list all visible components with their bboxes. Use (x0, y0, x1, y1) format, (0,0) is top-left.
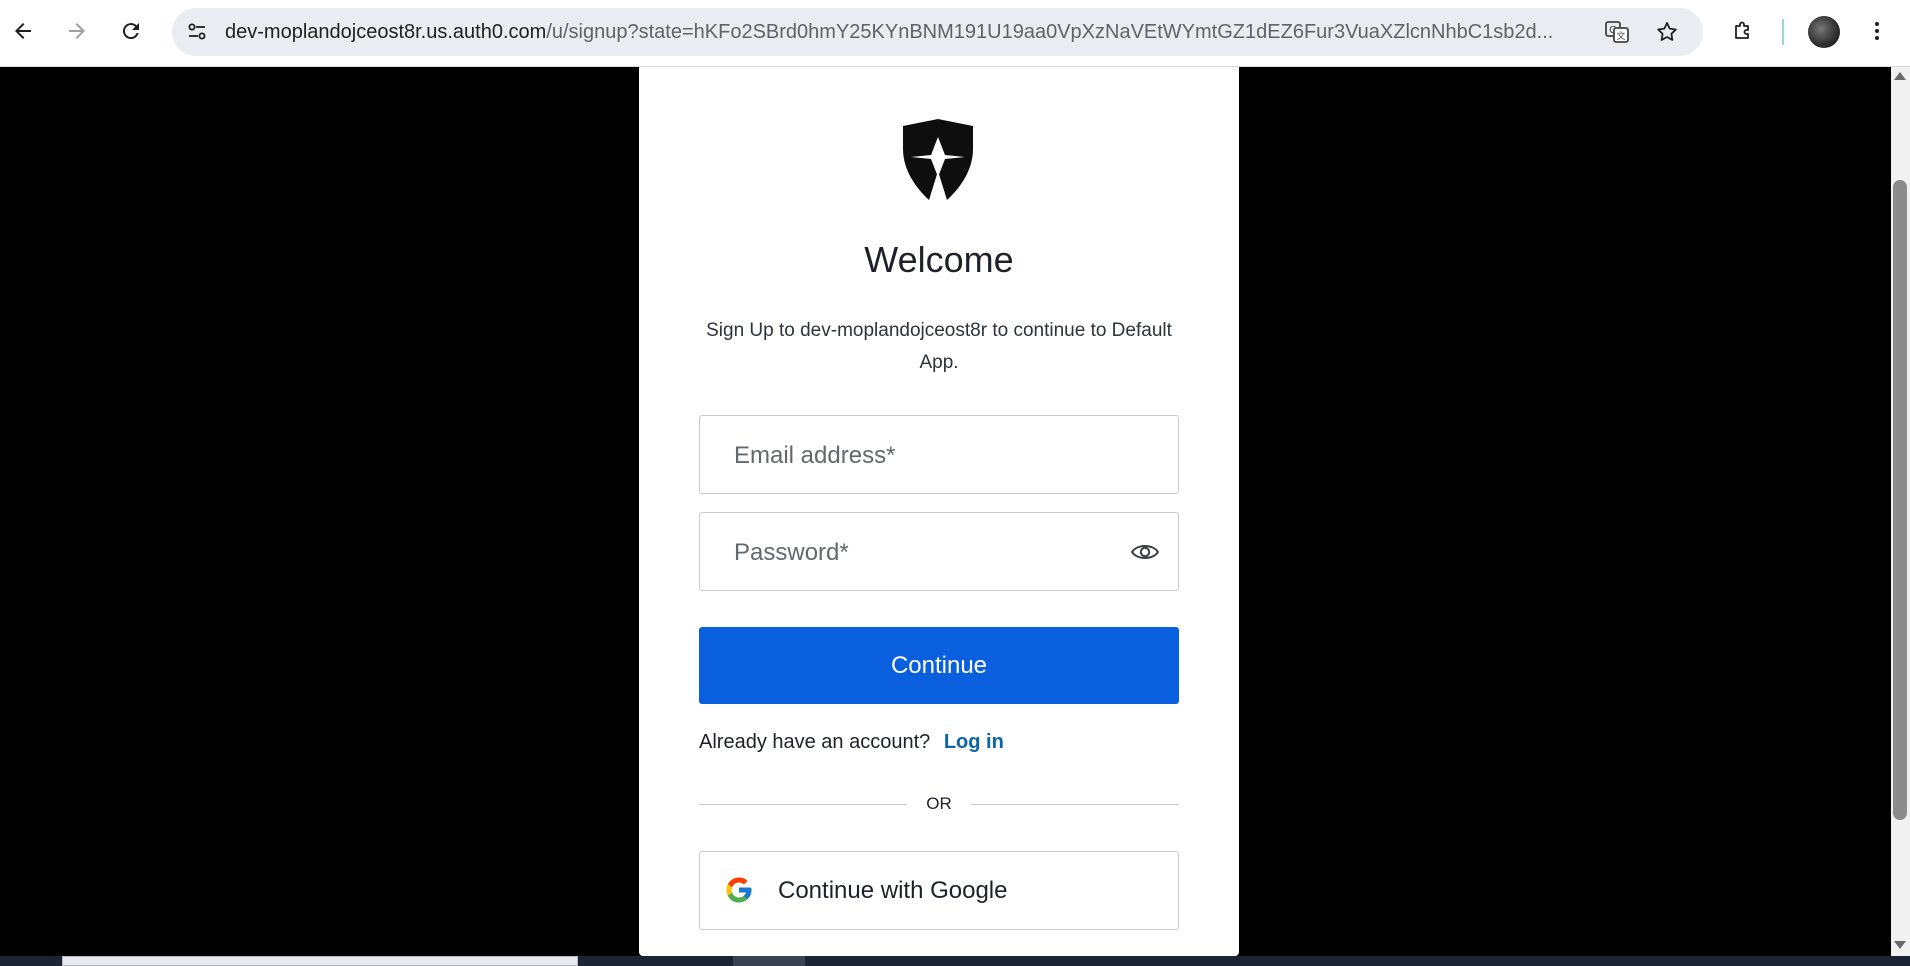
password-input[interactable] (732, 513, 1116, 592)
site-info-icon (188, 23, 206, 40)
google-button-label: Continue with Google (778, 877, 1008, 904)
translate-button[interactable]: G 文 (1599, 14, 1635, 50)
bookmark-star-button[interactable] (1649, 14, 1685, 50)
google-signin-button[interactable]: Continue with Google (699, 851, 1179, 930)
profile-avatar[interactable] (1808, 16, 1840, 48)
toolbar-separator (1782, 19, 1784, 45)
or-divider: OR (699, 792, 1179, 816)
email-input[interactable] (732, 416, 1116, 495)
address-bar[interactable]: dev-moplandojceost8r.us.auth0.com/u/sign… (172, 8, 1703, 56)
page-subtitle: Sign Up to dev-moplandojceost8r to conti… (706, 320, 1172, 373)
url-path: /u/signup?state=hKFo2SBrd0hmY25KYnBNM191… (546, 21, 1554, 43)
star-icon (1657, 22, 1677, 41)
scrollbar-thumb[interactable] (1893, 180, 1907, 820)
forward-icon (69, 23, 85, 39)
email-field[interactable] (699, 415, 1179, 495)
show-password-button[interactable] (1130, 537, 1160, 567)
scroll-up-arrow[interactable] (1894, 72, 1906, 80)
reload-button[interactable] (111, 11, 151, 51)
reload-icon (122, 23, 139, 40)
translate-icon: G 文 (1605, 21, 1629, 43)
chrome-menu-button[interactable] (1857, 11, 1897, 51)
eye-icon (1130, 545, 1160, 559)
login-prompt: Already have an account? (699, 731, 931, 753)
signup-card: Welcome Sign Up to dev-moplandojceost8r … (639, 67, 1239, 956)
site-info-button[interactable] (178, 13, 216, 51)
login-row: Already have an account? Log in (699, 731, 1004, 754)
auth0-shield-logo (903, 119, 973, 200)
back-button[interactable] (3, 11, 43, 51)
scroll-down-arrow[interactable] (1894, 941, 1906, 949)
google-icon (726, 877, 752, 903)
menu-icon (1875, 22, 1879, 40)
taskbar-window-preview[interactable] (62, 956, 578, 966)
back-icon (15, 23, 31, 39)
login-link[interactable]: Log in (944, 731, 1004, 753)
page-title: Welcome (864, 239, 1014, 280)
divider-line-right (971, 804, 1179, 805)
continue-button[interactable]: Continue (699, 627, 1179, 704)
forward-button[interactable] (57, 11, 97, 51)
extensions-button[interactable] (1723, 11, 1763, 51)
taskbar-item[interactable] (733, 956, 805, 966)
url-host: dev-moplandojceost8r.us.auth0.com (225, 21, 547, 43)
password-field[interactable] (699, 512, 1179, 592)
browser-toolbar: dev-moplandojceost8r.us.auth0.com/u/sign… (0, 0, 1910, 67)
url-text[interactable]: dev-moplandojceost8r.us.auth0.com/u/sign… (225, 8, 1625, 56)
svg-text:文: 文 (1616, 30, 1625, 42)
extensions-icon (1735, 21, 1749, 39)
